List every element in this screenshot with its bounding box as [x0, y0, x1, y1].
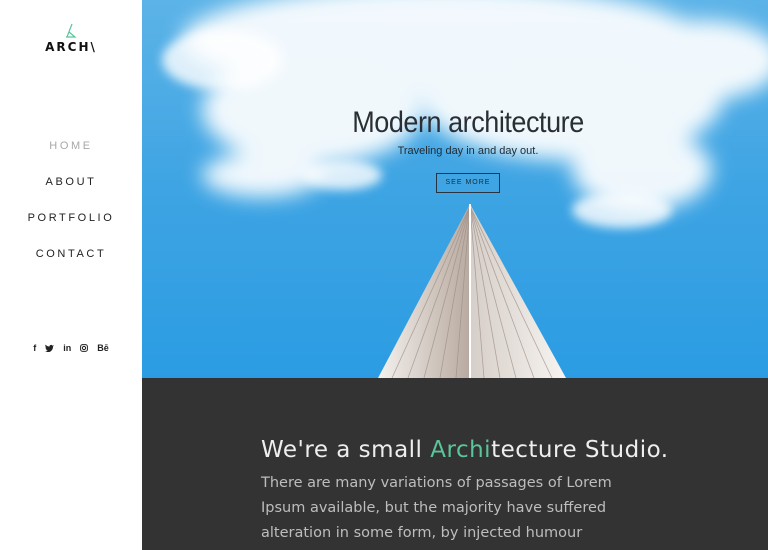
nav-item-contact[interactable]: CONTACT [0, 246, 142, 282]
studio-heading-prefix: We're a small [261, 437, 431, 463]
hero-section: Modern architecture Traveling day in and… [142, 0, 768, 378]
nav-item-portfolio[interactable]: PORTFOLIO [0, 210, 142, 246]
twitter-icon[interactable] [45, 342, 55, 354]
instagram-icon[interactable] [80, 342, 89, 354]
logo-icon [66, 23, 77, 38]
studio-section: We're a small Architecture Studio. There… [142, 378, 768, 550]
sidebar-lower-blank [0, 365, 142, 550]
social-links: f in Bē [0, 342, 142, 354]
studio-description: There are many variations of passages of… [261, 475, 612, 541]
hero-title: Modern architecture [352, 106, 584, 139]
facebook-icon[interactable]: f [33, 342, 36, 354]
nav-item-about[interactable]: ABOUT [0, 174, 142, 210]
linkedin-icon[interactable]: in [63, 342, 71, 354]
logo-text[interactable]: ARCH\ [0, 40, 142, 54]
hero-subtitle: Traveling day in and day out. [397, 145, 539, 157]
behance-icon[interactable]: Bē [97, 342, 109, 354]
sidebar: ARCH\ HOME ABOUT PORTFOLIO CONTACT f in … [0, 0, 142, 365]
nav-item-home[interactable]: HOME [0, 138, 142, 174]
studio-heading: We're a small Architecture Studio. [261, 437, 669, 463]
main-nav: HOME ABOUT PORTFOLIO CONTACT [0, 138, 142, 282]
studio-heading-accent: Archi [430, 437, 492, 463]
studio-heading-suffix: tecture Studio. [491, 437, 669, 463]
see-more-button[interactable]: SEE MORE [436, 173, 500, 193]
